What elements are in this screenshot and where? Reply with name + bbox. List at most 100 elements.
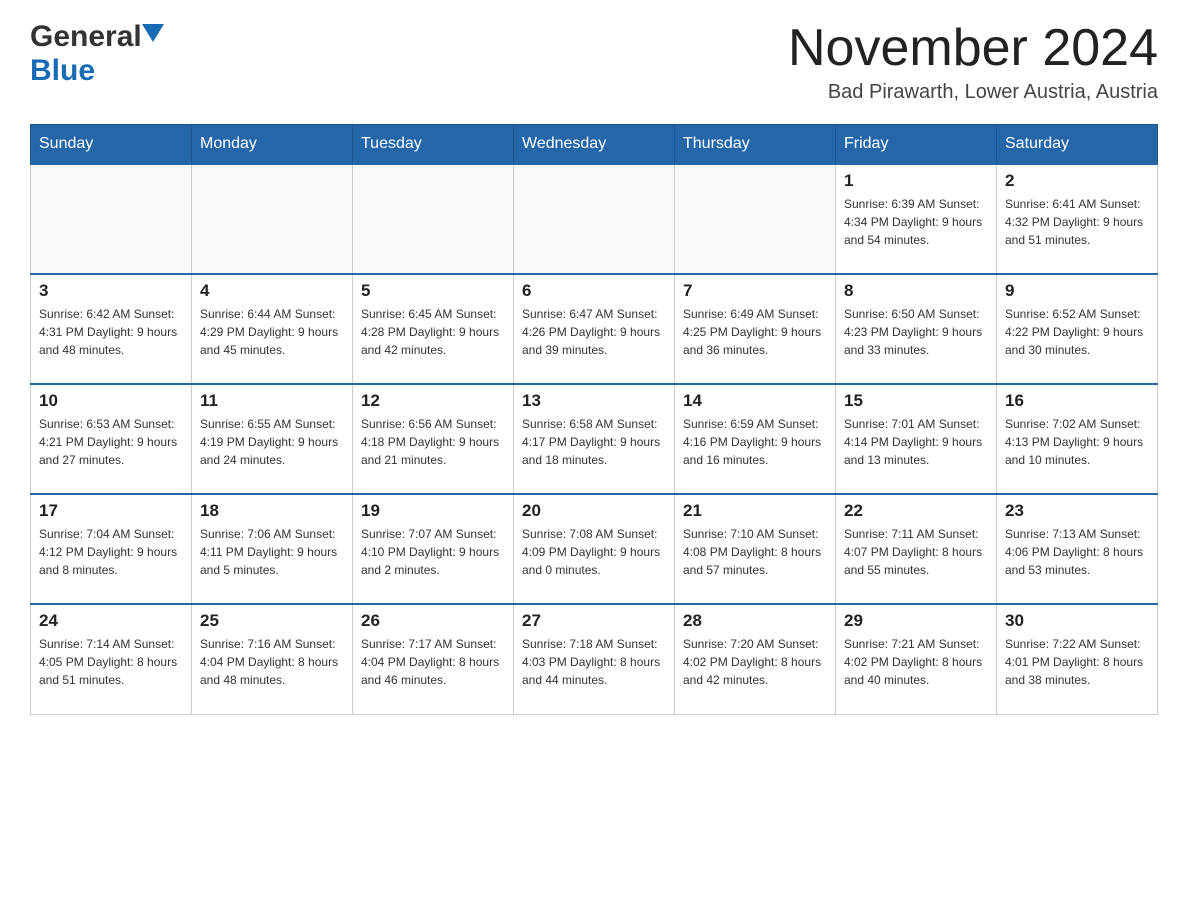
day-info: Sunrise: 7:08 AM Sunset: 4:09 PM Dayligh… <box>522 525 666 579</box>
day-info: Sunrise: 7:02 AM Sunset: 4:13 PM Dayligh… <box>1005 415 1149 469</box>
page-header: General Blue November 2024 Bad Pirawarth… <box>30 20 1158 104</box>
day-cell: 3 Sunrise: 6:42 AM Sunset: 4:31 PM Daylig… <box>31 274 192 384</box>
day-info: Sunrise: 6:52 AM Sunset: 4:22 PM Dayligh… <box>1005 305 1149 359</box>
logo: General Blue <box>30 20 164 88</box>
day-info: Sunrise: 6:59 AM Sunset: 4:16 PM Dayligh… <box>683 415 827 469</box>
logo-blue-text: Blue <box>30 54 95 88</box>
day-info: Sunrise: 6:39 AM Sunset: 4:34 PM Dayligh… <box>844 195 988 249</box>
day-cell: 2Sunrise: 6:41 AM Sunset: 4:32 PM Daylig… <box>997 164 1158 274</box>
day-info: Sunrise: 7:06 AM Sunset: 4:11 PM Dayligh… <box>200 525 344 579</box>
day-info: Sunrise: 6:56 AM Sunset: 4:18 PM Dayligh… <box>361 415 505 469</box>
day-number: 14 <box>683 391 827 411</box>
day-info: Sunrise: 7:13 AM Sunset: 4:06 PM Dayligh… <box>1005 525 1149 579</box>
day-info: Sunrise: 7:20 AM Sunset: 4:02 PM Dayligh… <box>683 635 827 689</box>
day-cell: 10Sunrise: 6:53 AM Sunset: 4:21 PM Dayli… <box>31 384 192 494</box>
col-wednesday: Wednesday <box>514 125 675 165</box>
logo-general-text: General <box>30 20 142 54</box>
day-cell <box>675 164 836 274</box>
day-number: 30 <box>1005 611 1149 631</box>
day-number: 3 <box>39 281 183 301</box>
day-number: 6 <box>522 281 666 301</box>
day-cell: 8 Sunrise: 6:50 AM Sunset: 4:23 PM Daylig… <box>836 274 997 384</box>
day-number: 28 <box>683 611 827 631</box>
day-cell: 13 Sunrise: 6:58 AM Sunset: 4:17 PM Dayli… <box>514 384 675 494</box>
day-cell: 23 Sunrise: 7:13 AM Sunset: 4:06 PM Dayli… <box>997 494 1158 604</box>
title-section: November 2024 Bad Pirawarth, Lower Austr… <box>788 20 1158 104</box>
day-cell: 12 Sunrise: 6:56 AM Sunset: 4:18 PM Dayli… <box>353 384 514 494</box>
day-cell: 17Sunrise: 7:04 AM Sunset: 4:12 PM Dayli… <box>31 494 192 604</box>
week-row-1: 1 Sunrise: 6:39 AM Sunset: 4:34 PM Daylig… <box>31 164 1158 274</box>
day-info: Sunrise: 7:18 AM Sunset: 4:03 PM Dayligh… <box>522 635 666 689</box>
day-cell: 30 Sunrise: 7:22 AM Sunset: 4:01 PM Dayli… <box>997 604 1158 714</box>
day-number: 13 <box>522 391 666 411</box>
col-monday: Monday <box>192 125 353 165</box>
day-number: 7 <box>683 281 827 301</box>
day-info: Sunrise: 6:42 AM Sunset: 4:31 PM Dayligh… <box>39 305 183 359</box>
day-number: 9 <box>1005 281 1149 301</box>
day-number: 19 <box>361 501 505 521</box>
col-tuesday: Tuesday <box>353 125 514 165</box>
week-row-5: 24Sunrise: 7:14 AM Sunset: 4:05 PM Dayli… <box>31 604 1158 714</box>
day-cell <box>514 164 675 274</box>
day-cell: 16 Sunrise: 7:02 AM Sunset: 4:13 PM Dayli… <box>997 384 1158 494</box>
day-cell: 14 Sunrise: 6:59 AM Sunset: 4:16 PM Dayli… <box>675 384 836 494</box>
day-number: 8 <box>844 281 988 301</box>
day-cell: 22 Sunrise: 7:11 AM Sunset: 4:07 PM Dayli… <box>836 494 997 604</box>
day-number: 18 <box>200 501 344 521</box>
day-cell: 29 Sunrise: 7:21 AM Sunset: 4:02 PM Dayli… <box>836 604 997 714</box>
day-number: 20 <box>522 501 666 521</box>
header-row: Sunday Monday Tuesday Wednesday Thursday… <box>31 125 1158 165</box>
day-cell: 26 Sunrise: 7:17 AM Sunset: 4:04 PM Dayli… <box>353 604 514 714</box>
col-saturday: Saturday <box>997 125 1158 165</box>
week-row-2: 3 Sunrise: 6:42 AM Sunset: 4:31 PM Daylig… <box>31 274 1158 384</box>
day-number: 27 <box>522 611 666 631</box>
day-cell: 6Sunrise: 6:47 AM Sunset: 4:26 PM Daylig… <box>514 274 675 384</box>
week-row-4: 17Sunrise: 7:04 AM Sunset: 4:12 PM Dayli… <box>31 494 1158 604</box>
day-cell: 15 Sunrise: 7:01 AM Sunset: 4:14 PM Dayli… <box>836 384 997 494</box>
day-number: 5 <box>361 281 505 301</box>
day-cell: 1 Sunrise: 6:39 AM Sunset: 4:34 PM Daylig… <box>836 164 997 274</box>
logo-triangle-icon <box>142 24 164 46</box>
day-cell <box>192 164 353 274</box>
day-info: Sunrise: 6:41 AM Sunset: 4:32 PM Dayligh… <box>1005 195 1149 249</box>
day-info: Sunrise: 7:01 AM Sunset: 4:14 PM Dayligh… <box>844 415 988 469</box>
col-sunday: Sunday <box>31 125 192 165</box>
day-info: Sunrise: 7:21 AM Sunset: 4:02 PM Dayligh… <box>844 635 988 689</box>
day-number: 25 <box>200 611 344 631</box>
day-cell: 21Sunrise: 7:10 AM Sunset: 4:08 PM Dayli… <box>675 494 836 604</box>
day-number: 17 <box>39 501 183 521</box>
day-info: Sunrise: 7:17 AM Sunset: 4:04 PM Dayligh… <box>361 635 505 689</box>
day-info: Sunrise: 6:53 AM Sunset: 4:21 PM Dayligh… <box>39 415 183 469</box>
day-number: 22 <box>844 501 988 521</box>
day-cell: 28 Sunrise: 7:20 AM Sunset: 4:02 PM Dayli… <box>675 604 836 714</box>
day-number: 23 <box>1005 501 1149 521</box>
day-cell: 18 Sunrise: 7:06 AM Sunset: 4:11 PM Dayli… <box>192 494 353 604</box>
day-cell <box>353 164 514 274</box>
day-cell: 4 Sunrise: 6:44 AM Sunset: 4:29 PM Daylig… <box>192 274 353 384</box>
day-number: 4 <box>200 281 344 301</box>
day-cell: 7Sunrise: 6:49 AM Sunset: 4:25 PM Daylig… <box>675 274 836 384</box>
day-number: 1 <box>844 171 988 191</box>
day-info: Sunrise: 7:10 AM Sunset: 4:08 PM Dayligh… <box>683 525 827 579</box>
day-info: Sunrise: 7:22 AM Sunset: 4:01 PM Dayligh… <box>1005 635 1149 689</box>
day-info: Sunrise: 6:58 AM Sunset: 4:17 PM Dayligh… <box>522 415 666 469</box>
day-info: Sunrise: 6:50 AM Sunset: 4:23 PM Dayligh… <box>844 305 988 359</box>
day-info: Sunrise: 6:45 AM Sunset: 4:28 PM Dayligh… <box>361 305 505 359</box>
day-cell: 25 Sunrise: 7:16 AM Sunset: 4:04 PM Dayli… <box>192 604 353 714</box>
day-cell: 27 Sunrise: 7:18 AM Sunset: 4:03 PM Dayli… <box>514 604 675 714</box>
day-number: 26 <box>361 611 505 631</box>
day-number: 12 <box>361 391 505 411</box>
day-info: Sunrise: 7:14 AM Sunset: 4:05 PM Dayligh… <box>39 635 183 689</box>
day-info: Sunrise: 7:16 AM Sunset: 4:04 PM Dayligh… <box>200 635 344 689</box>
day-number: 15 <box>844 391 988 411</box>
day-number: 16 <box>1005 391 1149 411</box>
day-number: 11 <box>200 391 344 411</box>
col-thursday: Thursday <box>675 125 836 165</box>
day-number: 29 <box>844 611 988 631</box>
day-info: Sunrise: 7:11 AM Sunset: 4:07 PM Dayligh… <box>844 525 988 579</box>
day-cell <box>31 164 192 274</box>
week-row-3: 10Sunrise: 6:53 AM Sunset: 4:21 PM Dayli… <box>31 384 1158 494</box>
day-cell: 5 Sunrise: 6:45 AM Sunset: 4:28 PM Daylig… <box>353 274 514 384</box>
day-info: Sunrise: 6:55 AM Sunset: 4:19 PM Dayligh… <box>200 415 344 469</box>
day-info: Sunrise: 6:44 AM Sunset: 4:29 PM Dayligh… <box>200 305 344 359</box>
